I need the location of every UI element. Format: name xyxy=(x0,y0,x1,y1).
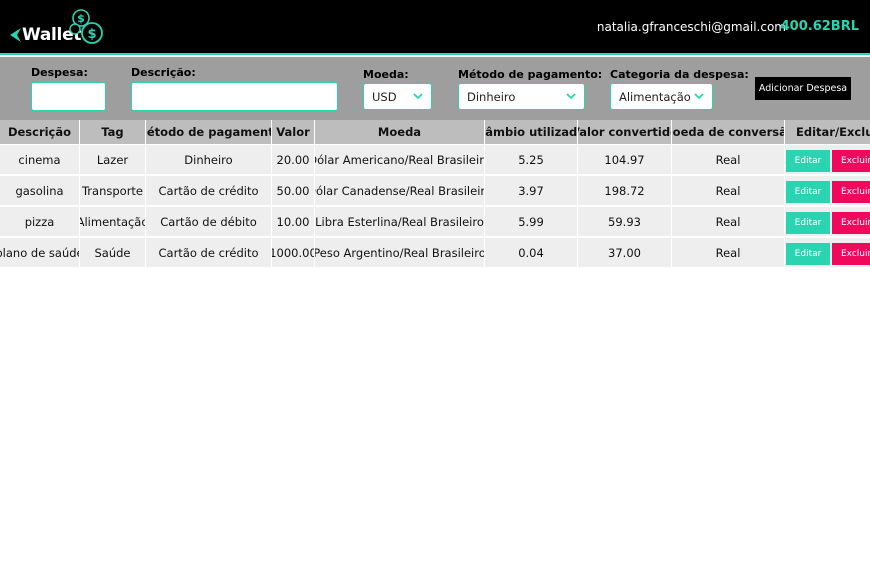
cell-metodo: Dinheiro xyxy=(146,145,272,175)
table-row: gasolina Transporte Cartão de crédito 50… xyxy=(0,176,870,206)
col-header-cambio: Câmbio utilizado xyxy=(485,120,578,144)
cell-descricao: gasolina xyxy=(0,176,80,206)
cell-descricao: pizza xyxy=(0,207,80,237)
cell-moeda-conversao: Real xyxy=(672,145,785,175)
table-header: Descrição Tag Método de pagamento Valor … xyxy=(0,120,870,144)
metodo-label: Método de pagamento: xyxy=(458,68,603,81)
arrow-left-icon xyxy=(10,28,21,42)
cell-descricao: cinema xyxy=(0,145,80,175)
edit-button[interactable]: Editar xyxy=(786,150,830,172)
cell-tag: Saúde xyxy=(80,238,146,268)
delete-button[interactable]: Excluir xyxy=(832,150,870,172)
edit-button[interactable]: Editar xyxy=(786,181,830,203)
metodo-select-value: Dinheiro xyxy=(467,89,516,104)
app-header: Wallet $ $ natalia.gfranceschi@gmail.com… xyxy=(0,0,870,55)
svg-text:$: $ xyxy=(77,12,85,25)
col-header-metodo: Método de pagamento xyxy=(146,120,272,144)
table-row: plano de saúde Saúde Cartão de crédito 1… xyxy=(0,238,870,268)
add-expense-button[interactable]: Adicionar Despesa xyxy=(755,77,851,100)
cell-tag: Transporte xyxy=(80,176,146,206)
cell-cambio: 5.25 xyxy=(485,145,578,175)
cell-cambio: 3.97 xyxy=(485,176,578,206)
moeda-select[interactable]: USD xyxy=(363,83,432,110)
moeda-select-value: USD xyxy=(372,89,397,104)
cell-valor-convertido: 104.97 xyxy=(578,145,672,175)
user-email: natalia.gfranceschi@gmail.com xyxy=(596,20,786,34)
categoria-select[interactable]: Alimentação xyxy=(610,83,713,110)
cell-valor: 1000.00 xyxy=(272,238,315,268)
col-header-valor-convertido: Valor convertido xyxy=(578,120,672,144)
col-header-valor: Valor xyxy=(272,120,315,144)
chevron-down-icon xyxy=(413,93,423,100)
table-row: pizza Alimentação Cartão de débito 10.00… xyxy=(0,207,870,237)
cell-valor-convertido: 59.93 xyxy=(578,207,672,237)
moeda-label: Moeda: xyxy=(363,68,409,81)
edit-button[interactable]: Editar xyxy=(786,243,830,265)
cell-metodo: Cartão de débito xyxy=(146,207,272,237)
cell-metodo: Cartão de crédito xyxy=(146,238,272,268)
cell-cambio: 5.99 xyxy=(485,207,578,237)
delete-button[interactable]: Excluir xyxy=(832,181,870,203)
categoria-label: Categoria da despesa: xyxy=(610,68,749,81)
col-header-moeda-conversao: Moeda de conversão xyxy=(672,120,785,144)
wallet-logo: Wallet $ $ xyxy=(8,9,108,49)
chevron-down-icon xyxy=(694,93,704,100)
cell-valor: 20.00 xyxy=(272,145,315,175)
cell-moeda: Peso Argentino/Real Brasileiro xyxy=(315,238,485,268)
col-header-descricao: Descrição xyxy=(0,120,80,144)
cell-valor: 10.00 xyxy=(272,207,315,237)
cell-moeda: Libra Esterlina/Real Brasileiro xyxy=(315,207,485,237)
cell-tag: Lazer xyxy=(80,145,146,175)
expense-form: Despesa: Descrição: Moeda: USD Método de… xyxy=(0,57,870,120)
cell-valor: 50.00 xyxy=(272,176,315,206)
table-row: cinema Lazer Dinheiro 20.00 Dólar Americ… xyxy=(0,145,870,175)
dollar-coins-icon: $ $ xyxy=(69,9,103,44)
cell-moeda-conversao: Real xyxy=(672,176,785,206)
cell-descricao: plano de saúde xyxy=(0,238,80,268)
svg-text:$: $ xyxy=(87,27,96,42)
cell-moeda: Dólar Canadense/Real Brasileiro xyxy=(315,176,485,206)
cell-moeda-conversao: Real xyxy=(672,238,785,268)
col-header-editar-excluir: Editar/Excluir xyxy=(785,120,870,144)
cell-valor-convertido: 198.72 xyxy=(578,176,672,206)
delete-button[interactable]: Excluir xyxy=(832,243,870,265)
cell-cambio: 0.04 xyxy=(485,238,578,268)
cell-valor-convertido: 37.00 xyxy=(578,238,672,268)
cell-moeda: Dólar Americano/Real Brasileiro xyxy=(315,145,485,175)
despesa-label: Despesa: xyxy=(31,66,88,79)
despesa-input[interactable] xyxy=(31,82,106,111)
descricao-label: Descrição: xyxy=(131,66,196,79)
descricao-input[interactable] xyxy=(131,82,338,111)
delete-button[interactable]: Excluir xyxy=(832,212,870,234)
cell-metodo: Cartão de crédito xyxy=(146,176,272,206)
chevron-down-icon xyxy=(566,93,576,100)
total-expenses: 400.62BRL xyxy=(780,19,859,34)
cell-moeda-conversao: Real xyxy=(672,207,785,237)
categoria-select-value: Alimentação xyxy=(619,89,691,104)
col-header-tag: Tag xyxy=(80,120,146,144)
cell-tag: Alimentação xyxy=(80,207,146,237)
edit-button[interactable]: Editar xyxy=(786,212,830,234)
metodo-select[interactable]: Dinheiro xyxy=(458,83,585,110)
col-header-moeda: Moeda xyxy=(315,120,485,144)
